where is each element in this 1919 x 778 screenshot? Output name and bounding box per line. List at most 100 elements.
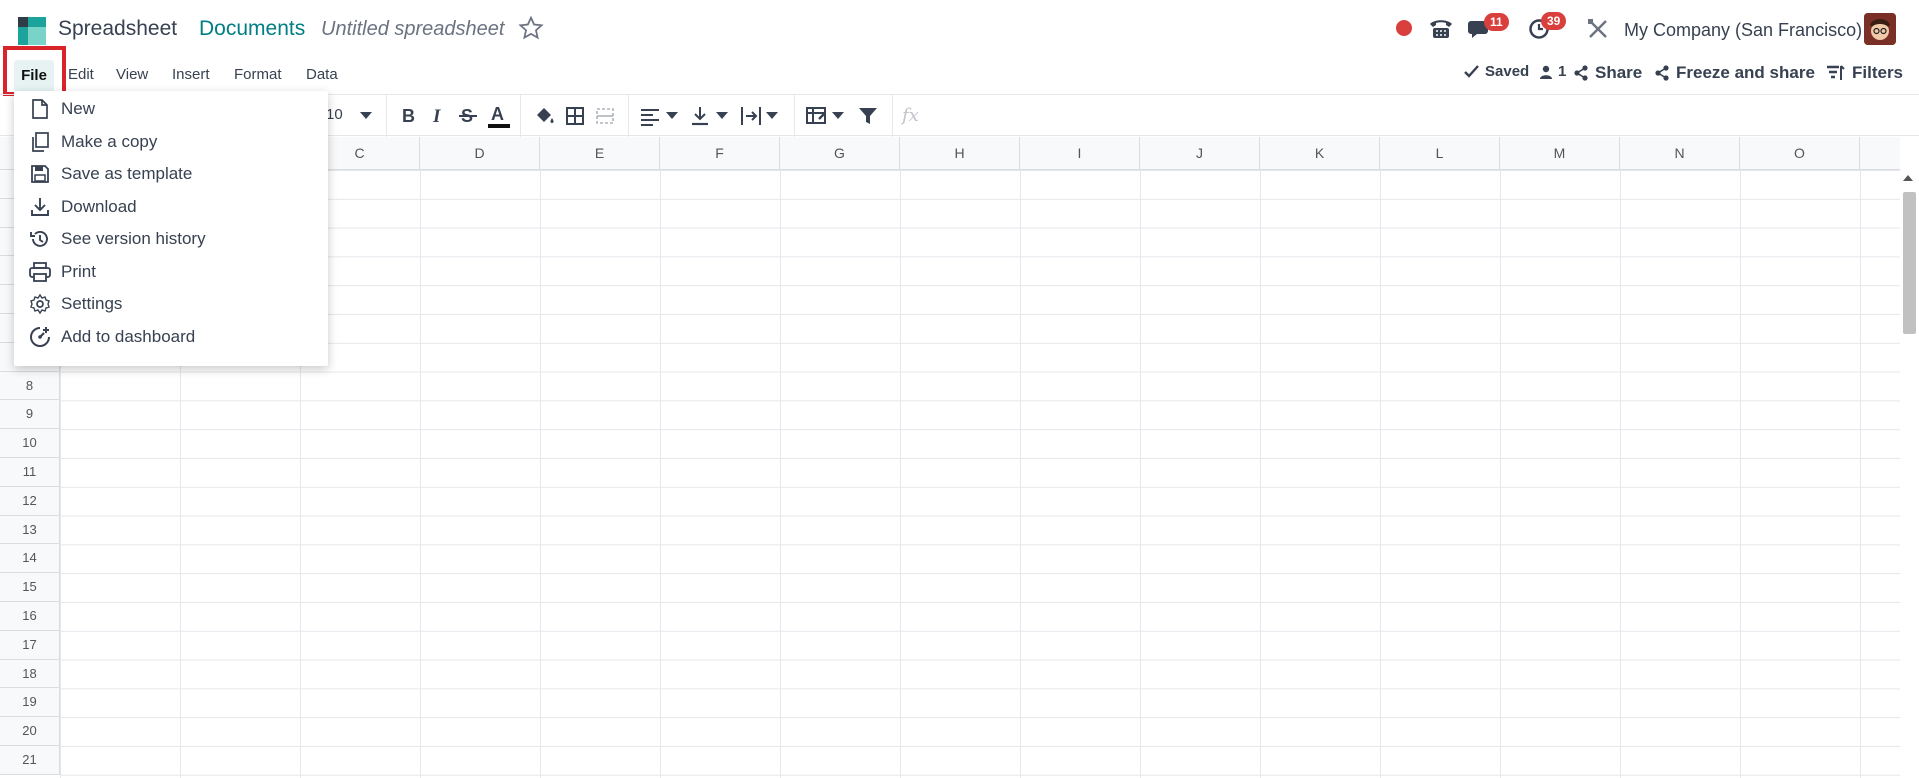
chevron-down-icon[interactable] [360,112,372,120]
column-header[interactable]: F [660,137,780,170]
file-icon [29,98,51,120]
column-header[interactable]: D [420,137,540,170]
column-header[interactable]: E [540,137,660,170]
bold-icon[interactable]: B [400,106,418,126]
check-icon [1464,65,1479,78]
file-menu-settings[interactable]: Settings [14,288,328,320]
row-header[interactable]: 21 [0,746,60,775]
tools-icon[interactable] [1587,18,1609,40]
column-header[interactable]: H [900,137,1020,170]
share-label: Share [1595,63,1643,82]
vertical-align-icon[interactable] [690,106,710,126]
chevron-down-icon[interactable] [716,112,728,120]
borders-icon[interactable] [565,106,585,126]
text-color-icon[interactable]: A [488,103,510,129]
menu-item-label: Settings [61,294,123,313]
file-menu-make-a-copy[interactable]: Make a copy [14,126,328,158]
print-icon [29,261,51,283]
merge-cells-icon[interactable] [595,106,615,126]
svg-text:A: A [491,104,504,124]
row-header[interactable]: 9 [0,400,60,430]
align-left-icon[interactable] [640,106,660,126]
row-header[interactable]: 20 [0,717,60,746]
document-title[interactable]: Untitled spreadsheet [321,18,504,41]
history-icon [29,228,51,250]
row-header[interactable]: 8 [0,371,60,401]
file-menu-add-to-dashboard[interactable]: Add to dashboard [14,321,328,353]
menu-data[interactable]: Data [306,66,338,83]
filters-button[interactable]: Filters [1826,63,1903,83]
row-header[interactable]: 11 [0,458,60,487]
menu-item-label: See version history [61,229,206,248]
company-switcher[interactable]: My Company (San Francisco) [1624,20,1862,41]
menu-item-label: Make a copy [61,132,158,151]
row-header[interactable]: 16 [0,602,60,631]
row-header[interactable]: 14 [0,544,60,574]
column-header[interactable]: M [1500,137,1620,170]
row-header[interactable]: 19 [0,688,60,718]
file-menu-dropdown: New Make a copy Save as template Downloa… [14,91,328,366]
row-header[interactable]: 13 [0,515,60,545]
activity-badge: 39 [1541,12,1567,30]
scrollbar-thumb[interactable] [1903,192,1916,334]
column-header[interactable]: G [780,137,900,170]
column-header[interactable]: N [1620,137,1740,170]
file-menu-save-as-template[interactable]: Save as template [14,158,328,190]
collaborators-count[interactable]: 1 [1540,63,1566,80]
saved-status: Saved [1464,63,1529,80]
conditional-format-icon[interactable] [806,106,828,126]
freeze-and-share-label: Freeze and share [1676,63,1815,82]
breadcrumb-documents[interactable]: Documents [199,17,305,41]
column-header[interactable]: J [1140,137,1260,170]
star-icon[interactable] [518,15,544,41]
cell-area[interactable] [60,170,1900,778]
share-icon [1574,65,1588,81]
menu-format[interactable]: Format [234,66,282,83]
filter-lines-icon [1827,65,1845,80]
avatar[interactable] [1864,13,1896,45]
row-header[interactable]: 12 [0,486,60,516]
font-size-value[interactable]: 10 [326,106,343,123]
menu-item-label: Save as template [61,164,193,183]
menu-edit[interactable]: Edit [68,66,94,83]
chevron-down-icon[interactable] [766,112,778,120]
chevron-down-icon[interactable] [832,112,844,120]
recording-indicator[interactable] [1396,20,1412,36]
download-icon [29,196,51,218]
chevron-down-icon[interactable] [666,112,678,120]
spreadsheet-app-logo[interactable] [18,17,46,45]
menu-view[interactable]: View [116,66,148,83]
column-header[interactable]: O [1740,137,1860,170]
text-wrap-icon[interactable] [740,106,762,126]
saved-label: Saved [1485,63,1530,80]
toolbar-divider [520,95,521,137]
copy-icon [29,131,51,153]
menu-insert[interactable]: Insert [172,66,210,83]
column-header[interactable]: K [1260,137,1380,170]
phone-icon[interactable] [1428,16,1454,40]
share-button[interactable]: Share [1573,63,1642,83]
file-menu-new[interactable]: New [14,93,328,125]
filter-icon[interactable] [858,106,878,126]
dashboard-icon [29,326,51,348]
fill-color-icon[interactable] [534,106,556,126]
toolbar-divider [892,95,893,137]
scroll-up-arrow-icon[interactable] [1903,175,1913,181]
formula-fx-label: fx [902,105,919,126]
freeze-and-share-button[interactable]: Freeze and share [1654,63,1815,83]
column-header[interactable]: I [1020,137,1140,170]
row-header[interactable]: 18 [0,659,60,689]
row-header[interactable]: 17 [0,630,60,660]
row-header[interactable]: 10 [0,429,60,458]
file-menu-version-history[interactable]: See version history [14,223,328,255]
file-menu-download[interactable]: Download [14,191,328,223]
menu-item-label: New [61,99,96,118]
app-name[interactable]: Spreadsheet [58,17,177,41]
toolbar-divider [628,95,629,137]
toolbar-divider [794,95,795,137]
column-header[interactable]: L [1380,137,1500,170]
row-header[interactable]: 15 [0,573,60,602]
italic-icon[interactable]: I [430,106,448,126]
file-menu-print[interactable]: Print [14,256,328,288]
strikethrough-icon[interactable]: S [458,106,478,126]
